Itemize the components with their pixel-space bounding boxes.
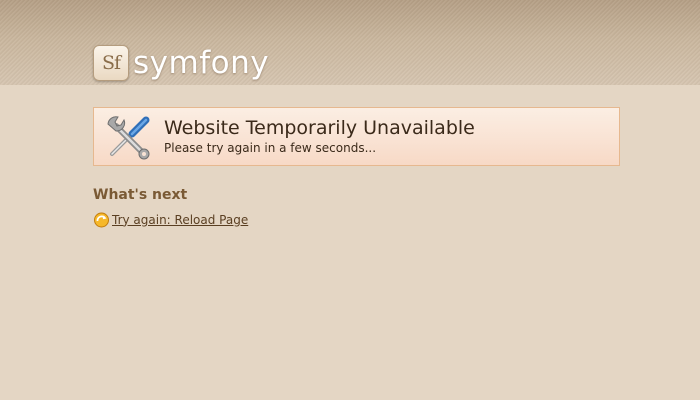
tools-icon bbox=[107, 116, 150, 160]
logo-badge: Sf bbox=[93, 45, 129, 81]
reload-page-link[interactable]: Try again: Reload Page bbox=[112, 213, 248, 227]
whats-next-heading: What's next bbox=[93, 187, 188, 203]
reload-arrow-icon bbox=[94, 212, 109, 228]
header-bar: Sf symfony bbox=[0, 0, 700, 85]
symfony-logo: Sf symfony bbox=[93, 44, 269, 82]
reload-row: Try again: Reload Page bbox=[93, 211, 248, 228]
notice-title: Website Temporarily Unavailable bbox=[164, 117, 475, 139]
notice-subtitle: Please try again in a few seconds... bbox=[164, 141, 377, 155]
unavailable-notice: Website Temporarily Unavailable Please t… bbox=[93, 107, 620, 166]
logo-text: symfony bbox=[133, 45, 270, 81]
